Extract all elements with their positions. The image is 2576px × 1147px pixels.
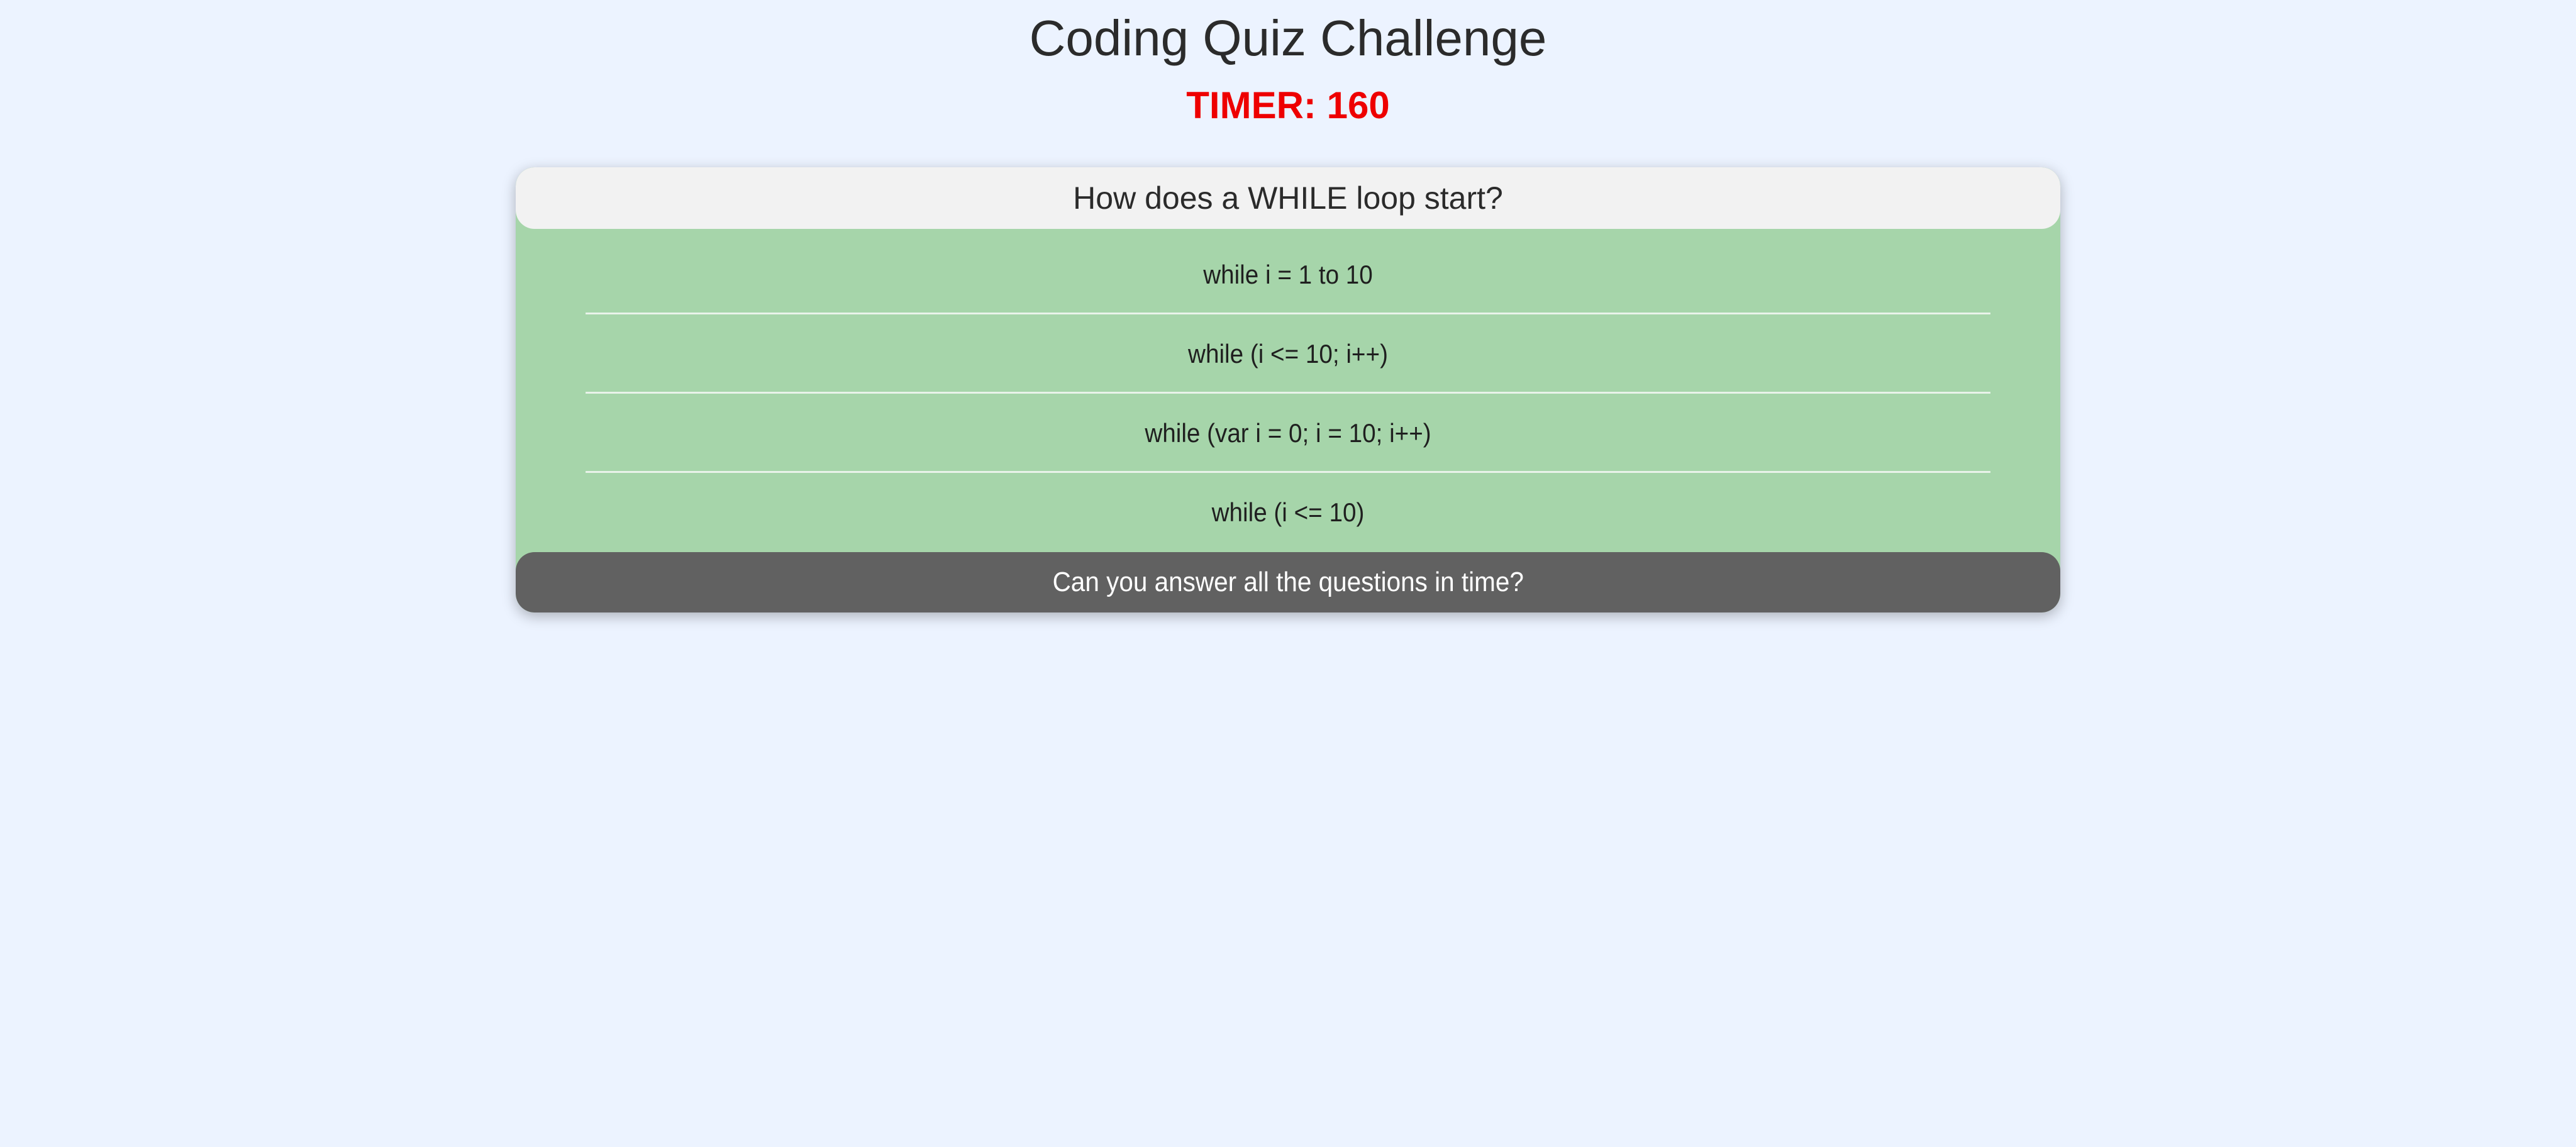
- question-text: How does a WHILE loop start?: [516, 167, 2060, 229]
- answer-list: while i = 1 to 10 while (i <= 10; i++) w…: [525, 235, 2051, 552]
- timer-display: TIMER: 160: [1186, 84, 1390, 126]
- footer-message: Can you answer all the questions in time…: [1052, 567, 1524, 597]
- page-title: Coding Quiz Challenge: [1029, 10, 1547, 66]
- answer-option-4[interactable]: while (i <= 10): [586, 473, 1990, 552]
- quiz-card: How does a WHILE loop start? while i = 1…: [516, 167, 2060, 612]
- answer-option-3[interactable]: while (var i = 0; i = 10; i++): [586, 394, 1990, 473]
- footer-message-bar: Can you answer all the questions in time…: [516, 552, 2060, 612]
- answer-option-2[interactable]: while (i <= 10; i++): [586, 314, 1990, 394]
- answer-option-1[interactable]: while i = 1 to 10: [586, 235, 1990, 314]
